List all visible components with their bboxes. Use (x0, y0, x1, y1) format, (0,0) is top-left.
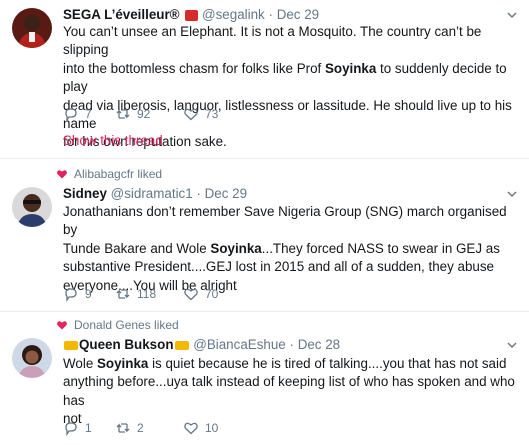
reply-icon (65, 422, 77, 436)
crown-icon (174, 340, 189, 350)
tweet-text: Jonathanians don’t remember Save Nigeria… (63, 204, 507, 293)
heart-icon (184, 422, 198, 435)
retweet-button[interactable]: 92 (115, 106, 183, 122)
avatar[interactable] (12, 187, 52, 227)
timeline-feed: SEGA L’éveilleur® @segalink · Dec 29 You… (0, 0, 529, 445)
tweet-actions: 1 2 10 (63, 420, 218, 436)
tweet-text: Wole Soyinka is quiet because he is tire… (63, 356, 515, 427)
handle[interactable]: @BiancaEshue (193, 337, 286, 352)
display-name[interactable]: Sidney (63, 186, 107, 201)
social-context: Donald Genes liked (56, 318, 179, 332)
tweet-actions: 9 118 70 (63, 286, 218, 302)
chevron-down-icon[interactable] (507, 189, 517, 199)
show-thread-link[interactable]: Show this thread (63, 133, 163, 148)
reply-button[interactable]: 1 (63, 420, 115, 436)
reply-icon (65, 288, 77, 302)
like-button[interactable]: 70 (183, 286, 218, 302)
reply-button[interactable]: 7 (63, 106, 115, 122)
avatar[interactable] (12, 338, 52, 378)
tweet-header: Queen Bukson @BiancaEshue · Dec 28 (63, 336, 340, 353)
tweet-2[interactable]: Alibabagcfr liked Sidney @sidramatic1 · … (0, 159, 529, 311)
chevron-down-icon[interactable] (507, 340, 517, 350)
tweet-actions: 7 92 73 (63, 106, 218, 122)
timestamp[interactable]: Dec 29 (205, 186, 247, 201)
like-button[interactable]: 10 (183, 420, 218, 436)
retweet-icon (116, 423, 130, 433)
retweet-icon (116, 109, 130, 119)
tweet-3[interactable]: Donald Genes liked Queen Bukson @BiancaE… (0, 312, 529, 445)
timestamp[interactable]: Dec 28 (298, 337, 340, 352)
tweet-1[interactable]: SEGA L’éveilleur® @segalink · Dec 29 You… (0, 0, 529, 158)
handle[interactable]: @segalink (202, 7, 265, 22)
display-name[interactable]: SEGA L’éveilleur® (63, 7, 180, 22)
heart-icon (184, 288, 198, 301)
avatar[interactable] (12, 8, 52, 48)
heart-icon (184, 108, 198, 121)
reply-button[interactable]: 9 (63, 286, 115, 302)
handle[interactable]: @sidramatic1 (111, 186, 193, 201)
display-name[interactable]: Queen Bukson (79, 337, 174, 352)
siren-icon (185, 9, 199, 21)
retweet-button[interactable]: 118 (115, 286, 183, 302)
tweet-header: Sidney @sidramatic1 · Dec 29 (63, 186, 248, 201)
reply-icon (65, 108, 77, 122)
social-context: Alibabagcfr liked (56, 167, 162, 181)
heart-icon (57, 170, 67, 179)
retweet-icon (116, 289, 130, 299)
tweet-header: SEGA L’éveilleur® @segalink · Dec 29 (63, 7, 320, 22)
heart-icon (57, 321, 67, 330)
retweet-button[interactable]: 2 (115, 420, 183, 436)
like-button[interactable]: 73 (183, 106, 218, 122)
crown-icon (64, 340, 78, 350)
chevron-down-icon[interactable] (507, 10, 517, 20)
timestamp[interactable]: Dec 29 (277, 7, 319, 22)
